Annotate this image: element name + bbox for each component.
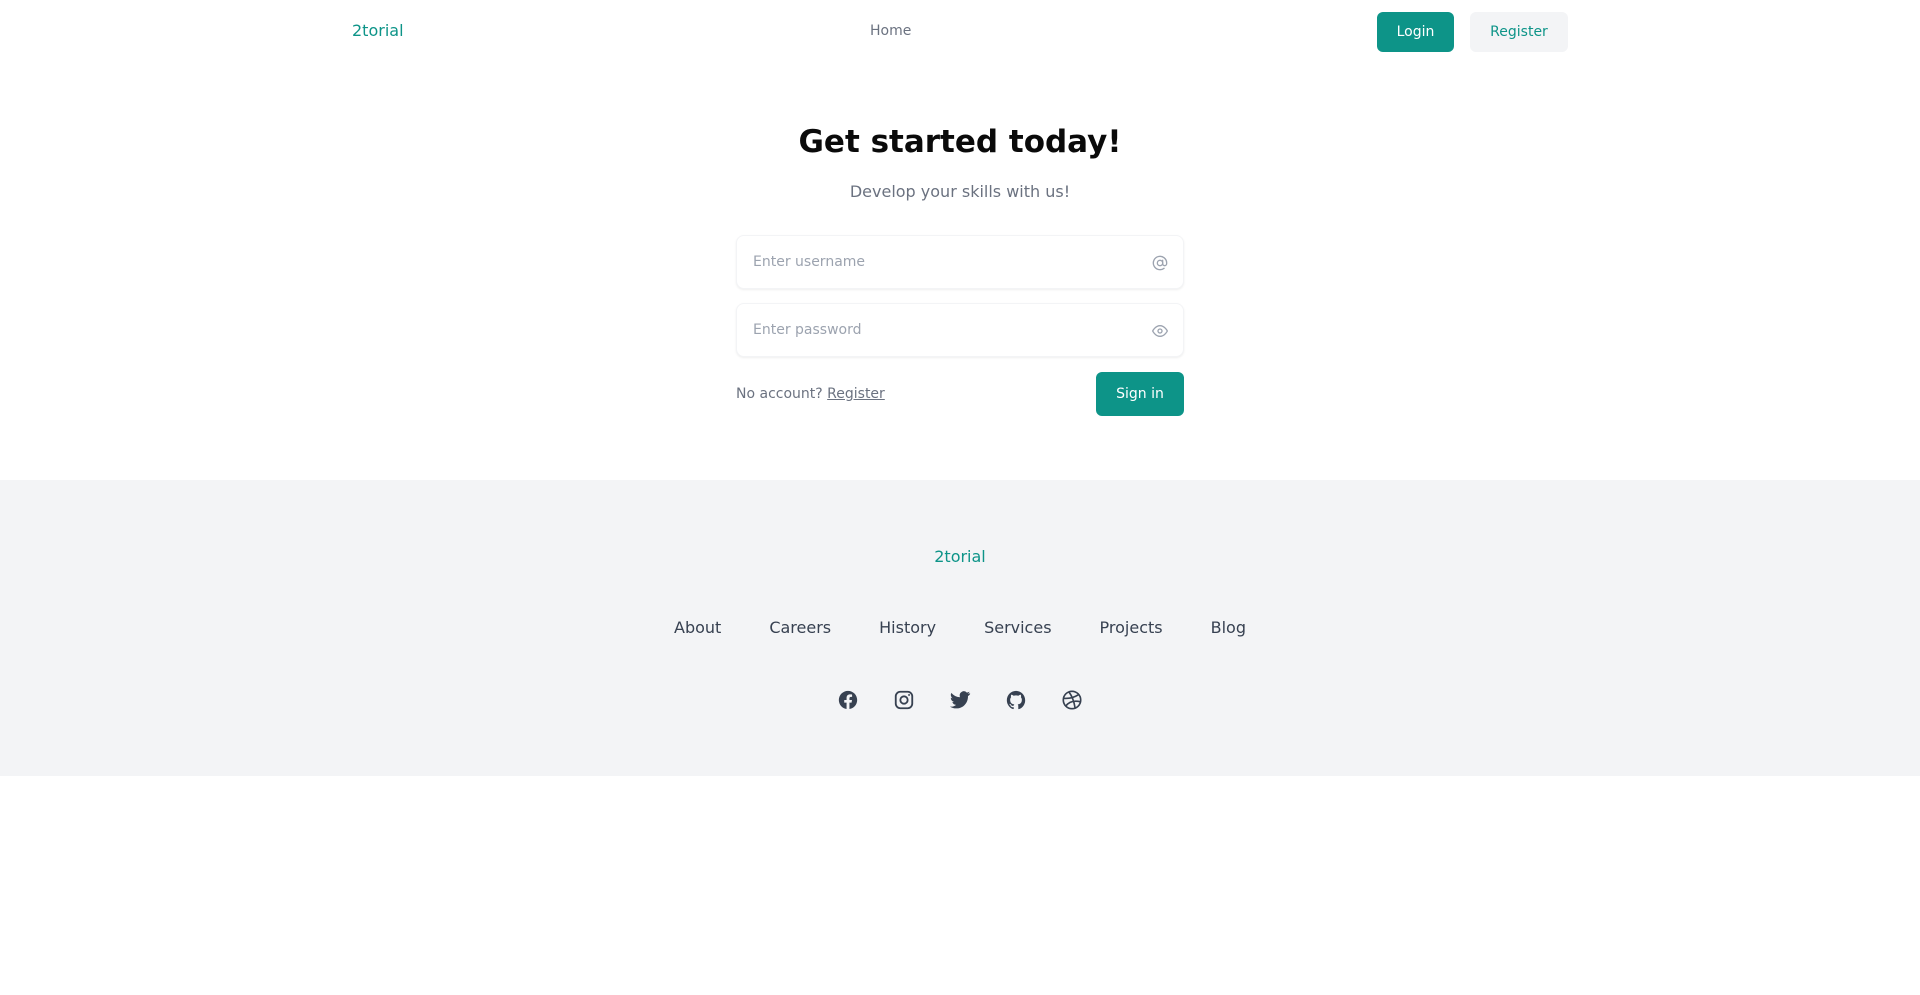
username-field <box>736 235 1184 289</box>
password-field <box>736 303 1184 357</box>
footer-brand[interactable]: 2torial <box>0 547 1920 566</box>
page-title: Get started today! <box>798 124 1122 160</box>
eye-icon[interactable] <box>1151 322 1169 340</box>
username-input[interactable] <box>737 236 1183 288</box>
login-button[interactable]: Login <box>1377 12 1454 52</box>
brand-logo-link[interactable]: 2torial <box>352 21 404 40</box>
site-header: 2torial Home Login Register <box>0 0 1920 64</box>
footer-link-services[interactable]: Services <box>984 618 1051 637</box>
footer-link-blog[interactable]: Blog <box>1211 618 1246 637</box>
no-account-text: No account? Register <box>736 386 885 402</box>
footer-link-projects[interactable]: Projects <box>1100 618 1163 637</box>
page-subtitle: Develop your skills with us! <box>849 182 1071 201</box>
site-footer: 2torial About Careers History Services P… <box>0 480 1920 776</box>
footer-link-careers[interactable]: Careers <box>769 618 831 637</box>
signin-row: No account? Register Sign in <box>736 372 1184 416</box>
password-input[interactable] <box>737 304 1183 356</box>
at-sign-icon <box>1151 254 1169 272</box>
instagram-icon[interactable] <box>892 688 916 712</box>
signin-button[interactable]: Sign in <box>1096 372 1184 416</box>
register-button[interactable]: Register <box>1470 12 1568 52</box>
twitter-icon[interactable] <box>948 688 972 712</box>
footer-link-history[interactable]: History <box>879 618 936 637</box>
facebook-icon[interactable] <box>836 688 860 712</box>
dribbble-icon[interactable] <box>1060 688 1084 712</box>
footer-link-about[interactable]: About <box>674 618 721 637</box>
github-icon[interactable] <box>1004 688 1028 712</box>
nav-home-link[interactable]: Home <box>870 23 911 39</box>
footer-links: About Careers History Services Projects … <box>0 618 1920 637</box>
footer-social-links <box>0 688 1920 712</box>
no-account-label: No account? <box>736 386 823 402</box>
register-link[interactable]: Register <box>827 386 885 402</box>
